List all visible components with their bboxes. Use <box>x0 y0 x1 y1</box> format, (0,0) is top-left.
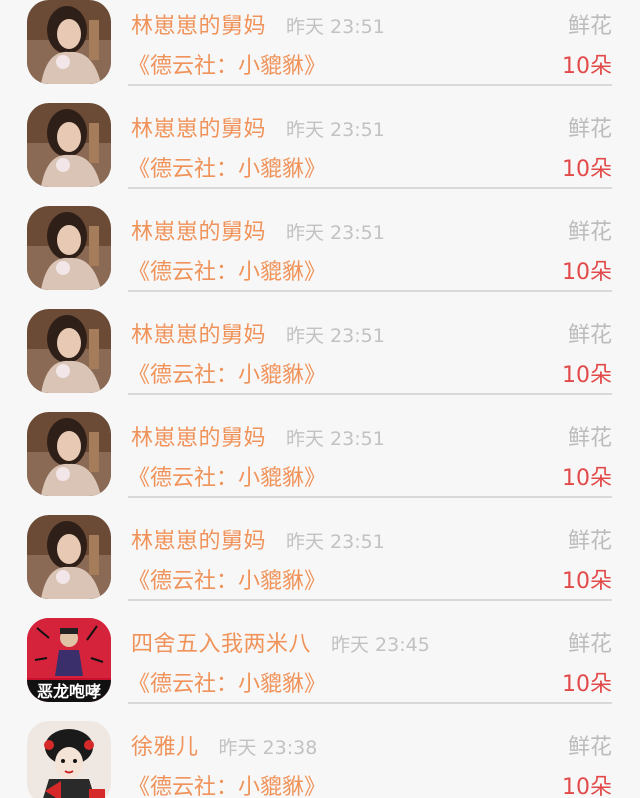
woman-portrait-avatar[interactable] <box>27 103 111 187</box>
gift-count: 10朵 <box>562 672 612 697</box>
gift-record-row[interactable]: 林崽崽的舅妈 昨天 23:51 鲜花 《德云社：小貔貅》 10朵 <box>0 515 640 618</box>
opera-character-avatar[interactable] <box>27 721 111 798</box>
work-title[interactable]: 《德云社：小貔貅》 <box>128 666 326 698</box>
user-name[interactable]: 林崽崽的舅妈 <box>131 111 266 143</box>
row-divider <box>128 393 612 395</box>
gift-count: 10朵 <box>562 54 612 79</box>
woman-portrait-avatar[interactable] <box>27 309 111 393</box>
gift-name: 鲜花 <box>567 220 612 245</box>
work-title[interactable]: 《德云社：小貔貅》 <box>128 460 326 492</box>
meme-avatar[interactable]: 恶龙咆哮 <box>27 618 111 702</box>
gift-record-row[interactable]: 恶龙咆哮 四舍五入我两米八 昨天 23:45 鲜花 《德云社：小貔貅》 10朵 <box>0 618 640 721</box>
gift-count: 10朵 <box>562 775 612 798</box>
woman-portrait-avatar[interactable] <box>27 0 111 84</box>
gift-name: 鲜花 <box>567 632 612 657</box>
gift-record-row[interactable]: 林崽崽的舅妈 昨天 23:51 鲜花 《德云社：小貔貅》 10朵 <box>0 309 640 412</box>
user-name[interactable]: 四舍五入我两米八 <box>131 626 311 658</box>
record-header: 林崽崽的舅妈 昨天 23:51 <box>131 111 385 143</box>
record-header: 林崽崽的舅妈 昨天 23:51 <box>131 420 385 452</box>
user-name[interactable]: 林崽崽的舅妈 <box>131 523 266 555</box>
gift-name: 鲜花 <box>567 735 612 760</box>
row-divider <box>128 496 612 498</box>
user-name[interactable]: 徐雅儿 <box>131 729 199 761</box>
gift-name: 鲜花 <box>567 117 612 142</box>
row-divider <box>128 290 612 292</box>
gift-time: 昨天 23:51 <box>286 428 385 450</box>
work-title[interactable]: 《德云社：小貔貅》 <box>128 48 326 80</box>
row-divider <box>128 599 612 601</box>
gift-time: 昨天 23:51 <box>286 325 385 347</box>
record-header: 林崽崽的舅妈 昨天 23:51 <box>131 214 385 246</box>
user-name[interactable]: 林崽崽的舅妈 <box>131 214 266 246</box>
row-divider <box>128 84 612 86</box>
record-header: 四舍五入我两米八 昨天 23:45 <box>131 626 430 658</box>
gift-count: 10朵 <box>562 363 612 388</box>
woman-portrait-avatar[interactable] <box>27 515 111 599</box>
record-header: 徐雅儿 昨天 23:38 <box>131 729 317 761</box>
gift-record-row[interactable]: 徐雅儿 昨天 23:38 鲜花 《德云社：小貔貅》 10朵 <box>0 721 640 798</box>
record-header: 林崽崽的舅妈 昨天 23:51 <box>131 317 385 349</box>
work-title[interactable]: 《德云社：小貔貅》 <box>128 563 326 595</box>
gift-record-row[interactable]: 林崽崽的舅妈 昨天 23:51 鲜花 《德云社：小貔貅》 10朵 <box>0 206 640 309</box>
work-title[interactable]: 《德云社：小貔貅》 <box>128 254 326 286</box>
user-name[interactable]: 林崽崽的舅妈 <box>131 420 266 452</box>
gift-name: 鲜花 <box>567 323 612 348</box>
gift-time: 昨天 23:38 <box>218 737 318 759</box>
gift-record-row[interactable]: 林崽崽的舅妈 昨天 23:51 鲜花 《德云社：小貔貅》 10朵 <box>0 412 640 515</box>
gift-record-list: 林崽崽的舅妈 昨天 23:51 鲜花 《德云社：小貔貅》 10朵 林崽崽的舅妈 … <box>0 0 640 798</box>
user-name[interactable]: 林崽崽的舅妈 <box>131 317 266 349</box>
woman-portrait-avatar[interactable] <box>27 206 111 290</box>
work-title[interactable]: 《德云社：小貔貅》 <box>128 357 326 389</box>
row-divider <box>128 702 612 704</box>
user-name[interactable]: 林崽崽的舅妈 <box>131 8 266 40</box>
record-header: 林崽崽的舅妈 昨天 23:51 <box>131 8 385 40</box>
gift-count: 10朵 <box>562 569 612 594</box>
work-title[interactable]: 《德云社：小貔貅》 <box>128 151 326 183</box>
gift-record-row[interactable]: 林崽崽的舅妈 昨天 23:51 鲜花 《德云社：小貔貅》 10朵 <box>0 103 640 206</box>
gift-count: 10朵 <box>562 260 612 285</box>
gift-time: 昨天 23:51 <box>286 222 385 244</box>
avatar-caption: 恶龙咆哮 <box>37 682 101 701</box>
record-header: 林崽崽的舅妈 昨天 23:51 <box>131 523 385 555</box>
gift-time: 昨天 23:51 <box>286 531 385 553</box>
gift-time: 昨天 23:51 <box>286 16 385 38</box>
gift-count: 10朵 <box>562 157 612 182</box>
gift-count: 10朵 <box>562 466 612 491</box>
gift-name: 鲜花 <box>567 529 612 554</box>
work-title[interactable]: 《德云社：小貔貅》 <box>128 769 326 798</box>
gift-record-row[interactable]: 林崽崽的舅妈 昨天 23:51 鲜花 《德云社：小貔貅》 10朵 <box>0 0 640 103</box>
gift-name: 鲜花 <box>567 426 612 451</box>
woman-portrait-avatar[interactable] <box>27 412 111 496</box>
gift-name: 鲜花 <box>567 14 612 39</box>
gift-time: 昨天 23:51 <box>286 119 385 141</box>
gift-time: 昨天 23:45 <box>331 634 430 656</box>
row-divider <box>128 187 612 189</box>
